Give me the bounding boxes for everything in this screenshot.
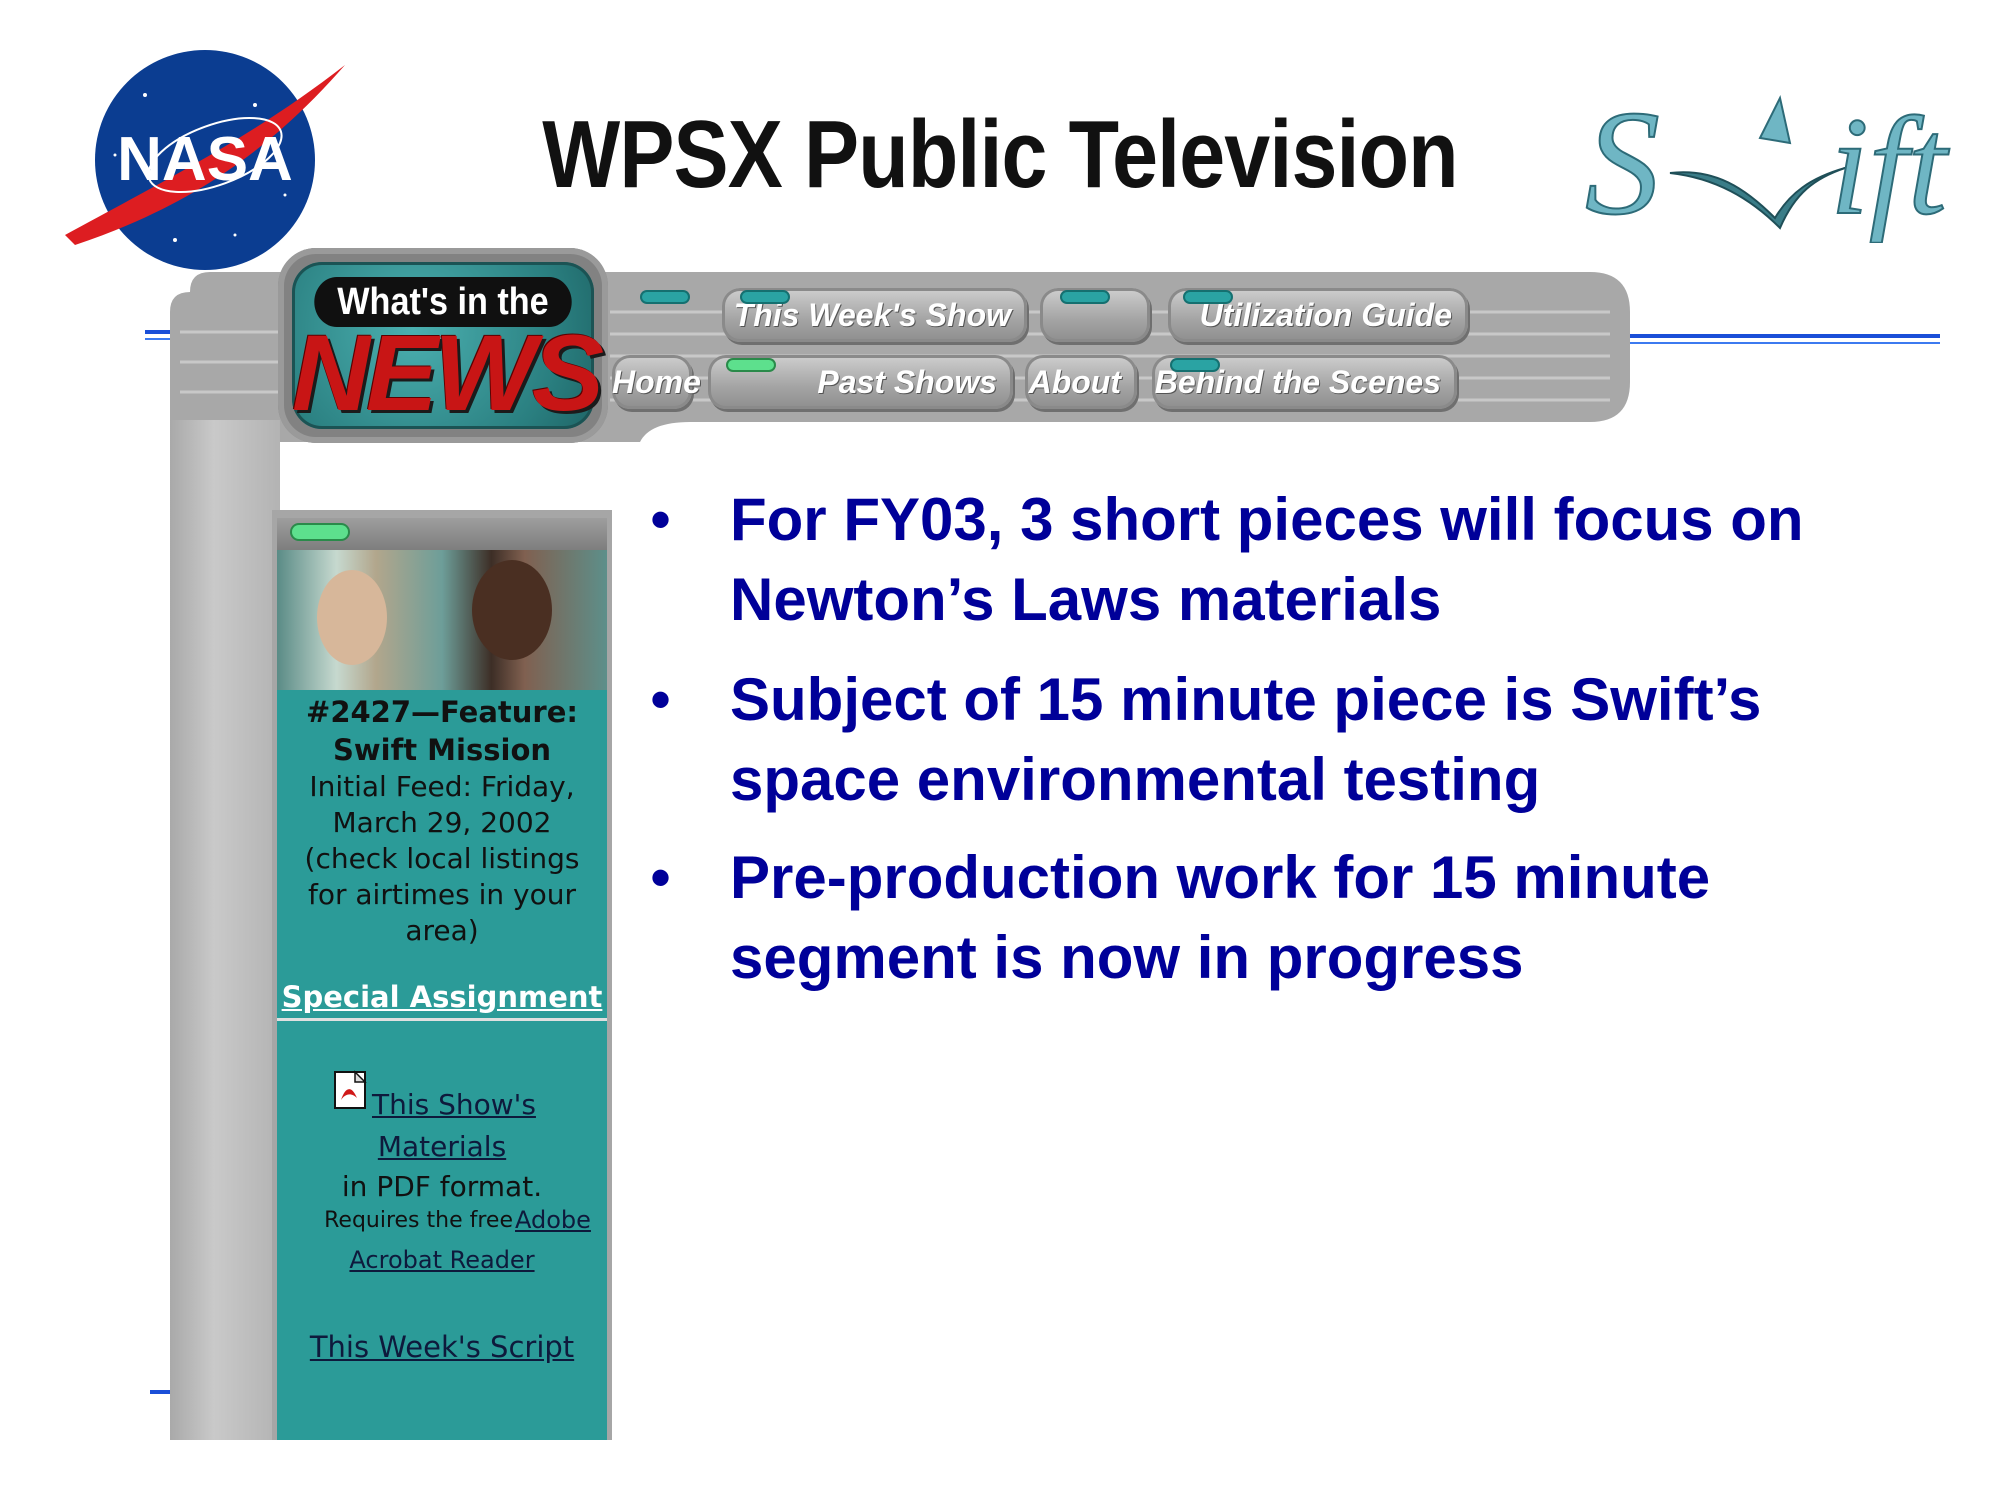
nav-this-weeks-show-label: This Week's Show [733,297,1011,333]
feed-line-3: (check local listings [304,842,580,875]
blue-rule [1620,342,1940,344]
pdf-icon [334,1070,367,1109]
feed-line-5: area) [405,914,479,947]
news-badge-word: NEWS [292,312,604,433]
nav-sidebar-frame [170,420,280,1440]
adobe-link-line1[interactable]: Adobe [515,1206,605,1234]
bullet-line: For FY03, 3 short pieces will focus on [730,486,1804,553]
svg-text:ift: ift [1830,89,1950,243]
bullet-item: • Subject of 15 minute piece is Swift’s … [650,660,1970,820]
svg-text:S: S [1585,80,1660,243]
nav-indicator-light [1185,292,1231,302]
nav-indicator-light [1172,360,1218,370]
weekly-script-link[interactable]: This Week's Script [277,1330,607,1364]
bullet-line: Pre-production work for 15 minute [730,844,1711,911]
bullet-dot: • [650,844,672,911]
nav-home-label: Home [612,364,701,400]
bullet-item: • For FY03, 3 short pieces will focus on… [650,480,1970,640]
blue-rule [1620,334,1940,338]
requires-note: Requires the free [324,1208,513,1233]
nav-utilization-guide-label: Utilization Guide [1199,297,1452,333]
nav-indicator-light [642,292,688,302]
bullet-line: Subject of 15 minute piece is Swift’s [730,666,1762,733]
swift-logo: S ift [1575,78,1975,243]
show-materials-link-line2[interactable]: Materials [277,1130,607,1163]
hosts-photo [277,550,607,690]
special-assignment-link[interactable]: Special Assignment [277,980,607,1021]
feed-line-1: Initial Feed: Friday, [309,770,575,803]
sidebar-indicator-light [292,525,348,539]
nav-past-shows-label: Past Shows [817,364,997,400]
bullet-line: Newton’s Laws materials [730,566,1442,633]
bullet-dot: • [650,486,672,553]
feed-line-2: March 29, 2002 [332,806,552,839]
nav-home-button[interactable]: Home [612,355,701,409]
feed-line-4: for airtimes in your [308,878,576,911]
bullet-dot: • [650,666,672,733]
nav-indicator-light [1062,292,1108,302]
nav-indicator-light [742,292,788,302]
host-face [317,570,387,665]
nav-active-indicator-light [728,360,774,370]
episode-subject: Swift Mission [332,733,552,767]
pdf-format-note: in PDF format. [341,1170,543,1203]
bullet-line: space environmental testing [730,746,1541,813]
adobe-link-line2[interactable]: Acrobat Reader [277,1246,607,1274]
bullet-item: • Pre-production work for 15 minute segm… [650,838,1970,998]
host-face [472,560,552,660]
show-materials-link-line1[interactable]: This Show's [372,1088,592,1121]
bullet-line: segment is now in progress [730,924,1524,991]
episode-number: #2427—Feature: [306,695,578,729]
nav-about-label: About [1028,364,1121,400]
nav-about-button[interactable]: About [1025,355,1137,409]
